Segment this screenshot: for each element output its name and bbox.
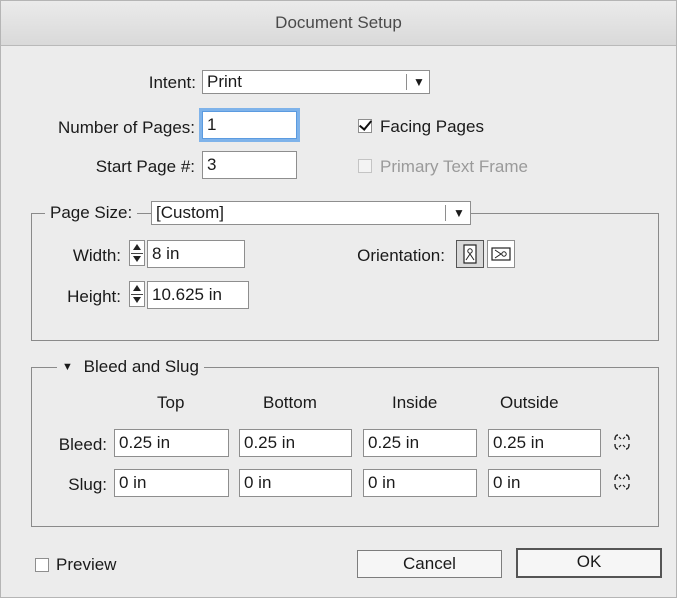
intent-select[interactable]: Print ▼ bbox=[202, 70, 430, 94]
slug-outside-field[interactable]: 0 in bbox=[488, 469, 601, 497]
preview-checkbox[interactable] bbox=[35, 558, 49, 572]
start-page-field[interactable]: 3 bbox=[202, 151, 297, 179]
pages-label: Number of Pages: bbox=[57, 118, 195, 137]
bleed-slug-header[interactable]: ▼ Bleed and Slug bbox=[57, 357, 204, 377]
bleed-outside-field[interactable]: 0.25 in bbox=[488, 429, 601, 457]
height-stepper[interactable] bbox=[129, 281, 145, 307]
page-size-label: Page Size: bbox=[45, 203, 138, 223]
slug-label: Slug: bbox=[68, 475, 107, 494]
document-setup-dialog: Document Setup Intent: Print ▼ Number of… bbox=[0, 0, 677, 598]
column-top: Top bbox=[157, 393, 185, 412]
landscape-orientation-button[interactable] bbox=[487, 240, 515, 268]
bleed-label: Bleed: bbox=[58, 435, 107, 454]
slug-bottom-field[interactable]: 0 in bbox=[239, 469, 352, 497]
column-outside: Outside bbox=[500, 393, 559, 412]
facing-pages-label: Facing Pages bbox=[380, 117, 484, 136]
facing-pages-checkbox[interactable] bbox=[358, 119, 372, 133]
cancel-button[interactable]: Cancel bbox=[357, 550, 502, 578]
primary-text-frame-checkbox[interactable] bbox=[358, 159, 372, 173]
portrait-icon bbox=[463, 244, 477, 264]
slug-inside-field[interactable]: 0 in bbox=[363, 469, 477, 497]
orientation-label: Orientation: bbox=[357, 246, 445, 265]
bleed-bottom-field[interactable]: 0.25 in bbox=[239, 429, 352, 457]
link-icon[interactable] bbox=[612, 471, 632, 498]
chevron-down-icon: ▼ bbox=[453, 206, 465, 220]
title-bar[interactable]: Document Setup bbox=[1, 1, 676, 46]
page-size-value: [Custom] bbox=[156, 203, 225, 222]
intent-value: Print bbox=[207, 72, 242, 91]
column-bottom: Bottom bbox=[263, 393, 317, 412]
column-inside: Inside bbox=[392, 393, 438, 412]
primary-text-frame-label: Primary Text Frame bbox=[380, 157, 528, 176]
bleed-inside-field[interactable]: 0.25 in bbox=[363, 429, 477, 457]
bleed-slug-label: Bleed and Slug bbox=[83, 357, 199, 376]
page-size-group bbox=[31, 213, 659, 341]
page-size-select[interactable]: [Custom] ▼ bbox=[151, 201, 471, 225]
height-label: Height: bbox=[67, 287, 121, 306]
preview-label: Preview bbox=[56, 555, 117, 574]
width-field[interactable]: 8 in bbox=[147, 240, 245, 268]
ok-button[interactable]: OK bbox=[516, 548, 662, 578]
height-field[interactable]: 10.625 in bbox=[147, 281, 249, 309]
link-icon[interactable] bbox=[612, 431, 632, 458]
disclosure-triangle-icon: ▼ bbox=[62, 361, 73, 373]
width-label: Width: bbox=[72, 246, 121, 265]
intent-label: Intent: bbox=[148, 73, 196, 92]
landscape-icon bbox=[491, 247, 511, 261]
pages-field[interactable]: 1 bbox=[202, 111, 297, 139]
bleed-top-field[interactable]: 0.25 in bbox=[114, 429, 229, 457]
start-page-label: Start Page #: bbox=[95, 157, 195, 176]
window-title: Document Setup bbox=[275, 13, 402, 32]
width-stepper[interactable] bbox=[129, 240, 145, 266]
chevron-down-icon: ▼ bbox=[413, 75, 425, 89]
portrait-orientation-button[interactable] bbox=[456, 240, 484, 268]
slug-top-field[interactable]: 0 in bbox=[114, 469, 229, 497]
